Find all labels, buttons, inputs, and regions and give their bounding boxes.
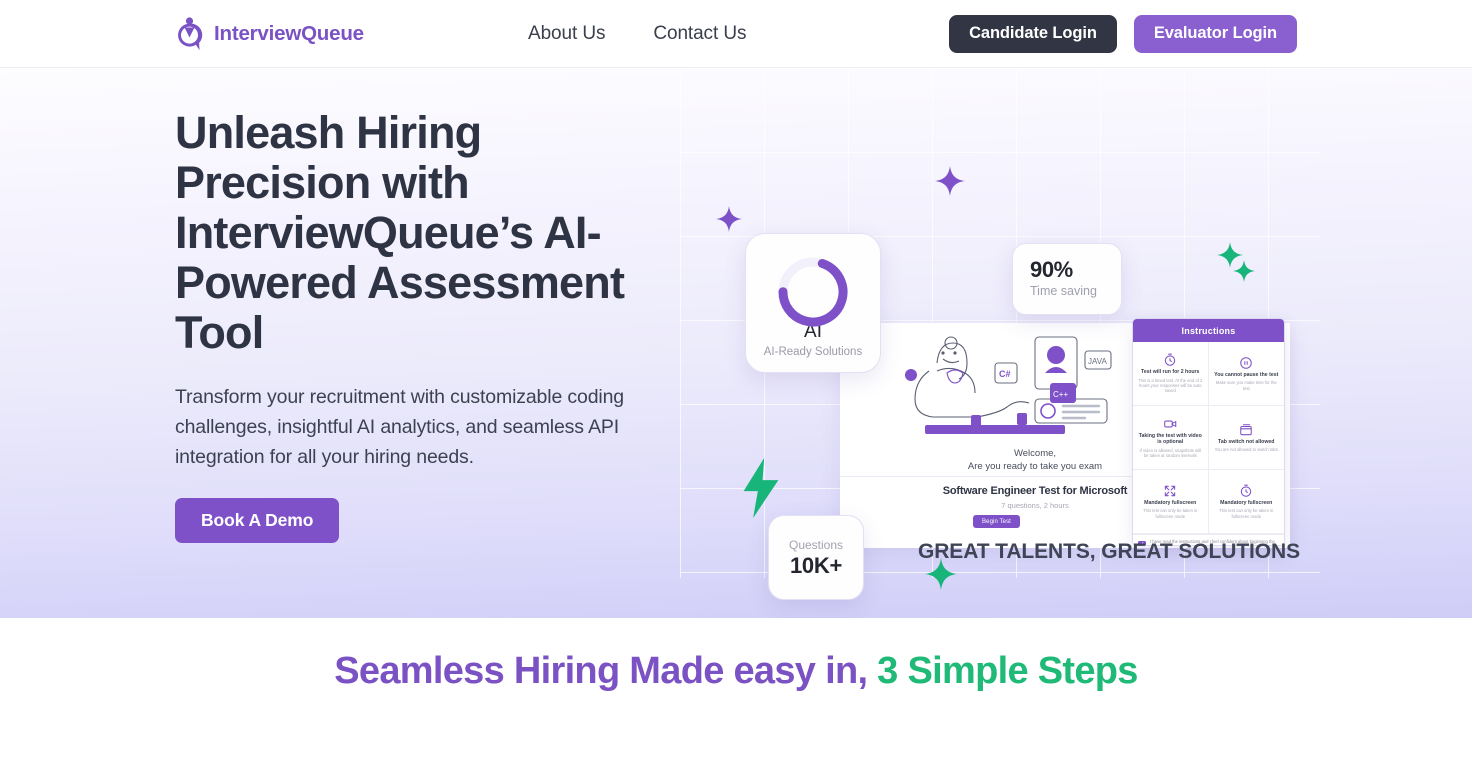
instruction-item: Mandatory fullscreen This test can only … — [1208, 470, 1284, 534]
hero-tagline: GREAT TALENTS, GREAT SOLUTIONS — [918, 540, 1300, 563]
instruction-desc: If video is allowed, snapshots will be t… — [1139, 447, 1201, 458]
lightning-bolt-icon — [743, 458, 779, 518]
header-actions: Candidate Login Evaluator Login — [949, 14, 1297, 53]
tab-switch-icon — [1240, 423, 1253, 435]
logo[interactable]: InterviewQueue — [175, 16, 364, 51]
instruction-item: Test will run for 2 hours This is a time… — [1133, 342, 1209, 406]
main-nav: About Us Contact Us — [528, 23, 746, 45]
stopwatch-icon — [1165, 353, 1176, 366]
instruction-title: You cannot pause the test — [1214, 371, 1279, 378]
instruction-item: You cannot pause the test Make sure you … — [1208, 342, 1284, 406]
steps-section: Seamless Hiring Made easy in, 3 Simple S… — [0, 618, 1472, 768]
stopwatch-icon — [1241, 484, 1252, 497]
svg-text:JAVA: JAVA — [1088, 357, 1107, 366]
evaluator-login-button[interactable]: Evaluator Login — [1133, 14, 1297, 53]
instruction-desc: This test can only be taken in fullscree… — [1219, 508, 1274, 519]
steps-heading-purple: Seamless Hiring Made easy in, — [334, 650, 868, 692]
instruction-item: Taking the test with video is optional I… — [1133, 406, 1209, 470]
hero-subtitle: Transform your recruitment with customiz… — [175, 386, 624, 468]
instruction-title: Mandatory fullscreen — [1144, 499, 1197, 506]
instruction-title: Test will run for 2 hours — [1141, 369, 1200, 376]
nav-link-about-us[interactable]: About Us — [528, 23, 605, 45]
page-title: Unleash Hiring Precision with InterviewQ… — [175, 107, 625, 358]
sparkle-icon — [716, 206, 742, 232]
time-saving-value: 90% — [1030, 256, 1073, 282]
instructions-grid: Test will run for 2 hours This is a time… — [1133, 342, 1284, 534]
site-header: InterviewQueue About Us Contact Us Candi… — [0, 0, 1472, 68]
svg-text:C#: C# — [999, 369, 1011, 379]
ai-ready-card: AI AI-Ready Solutions — [745, 233, 881, 373]
svg-text:C++: C++ — [1053, 390, 1068, 399]
questions-value: 10K+ — [789, 552, 842, 578]
instruction-desc: This test can only be taken in fullscree… — [1143, 508, 1198, 519]
video-camera-icon — [1163, 420, 1177, 428]
instruction-title: Mandatory fullscreen — [1220, 499, 1273, 506]
instruction-item: Mandatory fullscreen This test can only … — [1133, 470, 1209, 534]
instruction-desc: This is a timed test. At the end of 2 ho… — [1138, 377, 1203, 394]
begin-test-button[interactable]: Begin Test — [973, 515, 1020, 528]
time-saving-card: 90% Time saving — [1012, 243, 1122, 315]
steps-heading-green: 3 Simple Steps — [867, 650, 1138, 692]
hero-illustration: C# C++ JAVA Welcome, Are you ready to ta… — [680, 128, 1320, 608]
time-saving-label: Time saving — [1030, 283, 1097, 298]
instruction-item: Tab switch not allowed You are not allow… — [1208, 406, 1284, 470]
candidate-login-button[interactable]: Candidate Login — [949, 14, 1117, 53]
steps-heading: Seamless Hiring Made easy in, 3 Simple S… — [0, 650, 1472, 693]
instruction-desc: Make sure you make time for the test — [1215, 380, 1277, 391]
pause-icon — [1240, 357, 1253, 369]
sparkle-icon — [935, 166, 965, 196]
sparkle-icon — [1233, 260, 1255, 282]
book-a-demo-button[interactable]: Book A Demo — [175, 498, 340, 543]
instruction-title: Taking the test with video is optional — [1138, 432, 1202, 446]
ai-progress-ring-icon — [778, 257, 848, 327]
instruction-title: Tab switch not allowed — [1218, 438, 1275, 445]
questions-card: Questions 10K+ — [768, 515, 864, 600]
interviewqueue-person-bubble-logo-icon — [178, 16, 203, 50]
instructions-panel: Instructions Test will run for 2 hours T… — [1132, 318, 1285, 546]
questions-label: Questions — [788, 537, 844, 552]
instructions-heading: Instructions — [1133, 319, 1284, 342]
hero-section: Unleash Hiring Precision with InterviewQ… — [0, 68, 1472, 618]
fullscreen-icon — [1165, 485, 1176, 497]
instruction-desc: You are not allowed to switch tabs — [1214, 447, 1278, 453]
logo-text: InterviewQueue — [214, 21, 364, 45]
ai-card-subtitle: AI-Ready Solutions — [763, 345, 863, 358]
nav-link-contact-us[interactable]: Contact Us — [653, 23, 746, 45]
hero-copy: Unleash Hiring Precision with InterviewQ… — [175, 108, 645, 543]
